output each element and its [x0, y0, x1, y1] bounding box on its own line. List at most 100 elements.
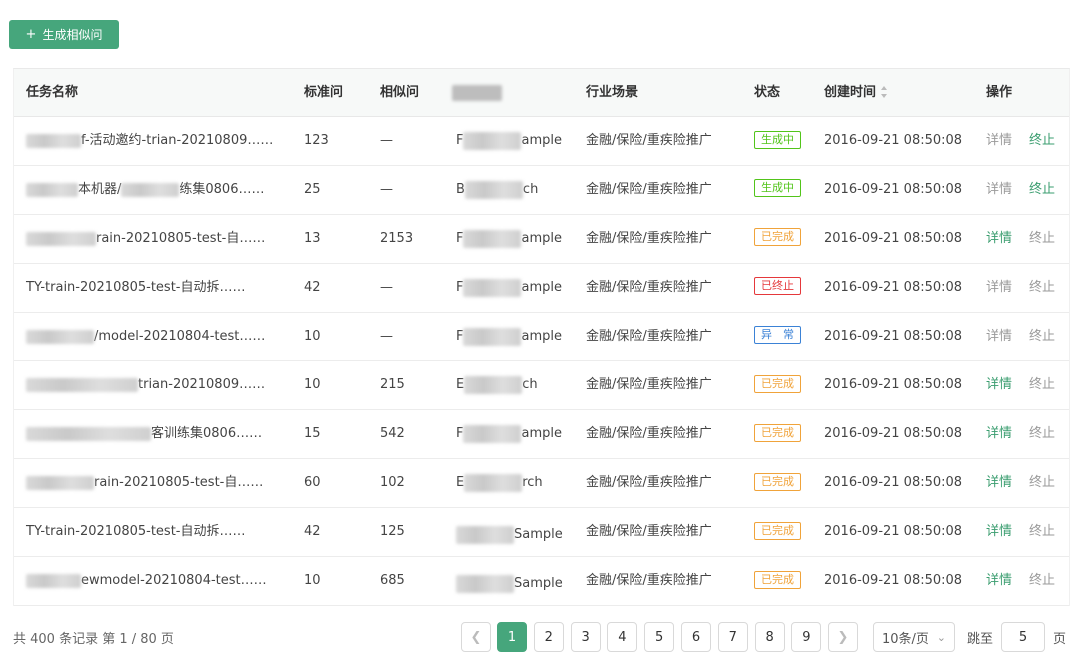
table-row: TY-train-20210805-test-自动拆…… 42 125 Sample 金… — [14, 508, 1069, 558]
model-suffix: rch — [522, 475, 543, 491]
stop-link[interactable]: 终止 — [1029, 117, 1055, 165]
detail-link[interactable]: 详情 — [986, 459, 1012, 507]
model-name: Fample — [456, 215, 562, 263]
stop-link[interactable]: 终止 — [1029, 508, 1055, 556]
detail-link[interactable]: 详情 — [986, 508, 1012, 556]
sort-icon[interactable] — [881, 85, 888, 98]
model-name: Erch — [456, 459, 543, 507]
model-prefix: F — [456, 328, 464, 344]
chevron-down-icon: ⌄ — [936, 630, 946, 644]
task-name-text: 本机器/ — [78, 181, 122, 197]
stop-link[interactable]: 终止 — [1029, 313, 1055, 361]
page-button-1[interactable]: 1 — [497, 622, 527, 652]
task-name-text: 客训练集0806…… — [151, 426, 263, 442]
industry-scene: 金融/保险/重疾险推广 — [586, 475, 712, 491]
table-row: ewmodel-20210804-test…… 10 685 Sample 金融/保险/… — [14, 557, 1069, 606]
created-time: 2016-09-21 08:50:08 — [824, 524, 963, 540]
page-button-5[interactable]: 5 — [644, 622, 675, 652]
page-button-6[interactable]: 6 — [681, 622, 711, 652]
stop-link[interactable]: 终止 — [1029, 410, 1055, 458]
prev-page-button[interactable]: ❮ — [461, 622, 491, 652]
similar-count: 542 — [380, 426, 405, 442]
similar-count: 125 — [380, 524, 405, 540]
task-name: 本机器/练集0806…… — [26, 166, 264, 214]
task-name-text: rain-20210805-test-自…… — [94, 475, 264, 491]
standard-count: 25 — [304, 181, 321, 197]
page-button-4[interactable]: 4 — [607, 622, 638, 652]
next-page-button[interactable]: ❯ — [828, 622, 858, 652]
jump-page-input[interactable] — [1001, 622, 1045, 652]
page-button-8[interactable]: 8 — [754, 622, 785, 652]
model-name: Fample — [456, 117, 562, 165]
detail-link[interactable]: 详情 — [986, 410, 1012, 458]
created-time: 2016-09-21 08:50:08 — [824, 426, 963, 442]
detail-link[interactable]: 详情 — [986, 557, 1012, 605]
detail-link[interactable]: 详情 — [986, 166, 1012, 214]
redacted-text — [463, 327, 522, 346]
page-button-2[interactable]: 2 — [533, 622, 564, 652]
created-time: 2016-09-21 08:50:08 — [824, 573, 963, 589]
redacted-text — [26, 231, 96, 246]
model-suffix: Sample — [514, 576, 563, 592]
industry-scene: 金融/保险/重疾险推广 — [586, 573, 712, 589]
model-name: Fample — [456, 313, 562, 361]
stop-link[interactable]: 终止 — [1029, 459, 1055, 507]
table-body: f-活动邀约-trian-20210809…… 123 — Fample 金融/保险/重… — [14, 117, 1069, 606]
status-cell: 已完成 — [754, 557, 801, 605]
detail-link[interactable]: 详情 — [986, 264, 1012, 312]
status-badge: 异 常 — [754, 326, 801, 345]
stop-link[interactable]: 终止 — [1029, 557, 1055, 605]
page-button-9[interactable]: 9 — [791, 622, 822, 652]
page-button-3[interactable]: 3 — [570, 622, 601, 652]
task-name: 客训练集0806…… — [26, 410, 262, 458]
model-prefix: F — [456, 426, 464, 442]
table-row: trian-20210809…… 10 215 Ech 金融/保险/重疾险推广 已完成 20… — [14, 361, 1069, 411]
similar-count: 215 — [380, 377, 405, 393]
standard-count: 123 — [304, 133, 329, 148]
model-suffix: ample — [521, 328, 562, 344]
generate-similar-button[interactable]: + 生成相似问 — [9, 20, 119, 49]
status-badge: 已完成 — [754, 472, 801, 491]
task-name-text: TY-train-20210805-test-自动拆…… — [26, 279, 246, 295]
standard-count: 10 — [304, 328, 321, 344]
header-standard-question: 标准问 — [304, 85, 344, 100]
task-name: ewmodel-20210804-test…… — [26, 557, 267, 605]
status-cell: 生成中 — [754, 117, 801, 165]
similar-count: 685 — [380, 573, 405, 589]
page-size-select[interactable]: 10条/页 ⌄ — [873, 622, 955, 652]
detail-link[interactable]: 详情 — [986, 117, 1012, 165]
status-badge: 已完成 — [754, 423, 801, 442]
model-prefix: F — [456, 279, 464, 295]
task-name: f-活动邀约-trian-20210809…… — [26, 117, 273, 165]
model-name: Fample — [456, 264, 562, 312]
header-created-label: 创建时间 — [824, 85, 877, 100]
created-time: 2016-09-21 08:50:08 — [824, 133, 963, 148]
stop-link[interactable]: 终止 — [1029, 361, 1055, 409]
model-suffix: ample — [521, 426, 562, 442]
task-name-text: ewmodel-20210804-test…… — [81, 573, 267, 589]
industry-scene: 金融/保险/重疾险推广 — [586, 426, 712, 442]
status-cell: 已完成 — [754, 215, 801, 263]
similar-count: — — [380, 133, 393, 148]
standard-count: 13 — [304, 230, 321, 246]
header-created-time[interactable]: 创建时间 — [824, 69, 888, 117]
task-name-text: TY-train-20210805-test-自动拆…… — [26, 524, 246, 540]
detail-link[interactable]: 详情 — [986, 313, 1012, 361]
header-industry: 行业场景 — [586, 85, 639, 100]
detail-link[interactable]: 详情 — [986, 215, 1012, 263]
redacted-text — [26, 182, 78, 197]
status-cell: 已终止 — [754, 264, 801, 312]
stop-link[interactable]: 终止 — [1029, 264, 1055, 312]
header-status: 状态 — [754, 85, 781, 100]
standard-count: 15 — [304, 426, 321, 442]
page-button-7[interactable]: 7 — [717, 622, 748, 652]
similar-count: — — [380, 279, 393, 295]
model-suffix: ch — [522, 377, 538, 393]
task-name-text: f-活动邀约-trian-20210809…… — [81, 133, 274, 148]
stop-link[interactable]: 终止 — [1029, 166, 1055, 214]
created-time: 2016-09-21 08:50:08 — [824, 328, 963, 344]
model-name: Sample — [456, 557, 563, 605]
detail-link[interactable]: 详情 — [986, 361, 1012, 409]
stop-link[interactable]: 终止 — [1029, 215, 1055, 263]
standard-count: 10 — [304, 573, 321, 589]
